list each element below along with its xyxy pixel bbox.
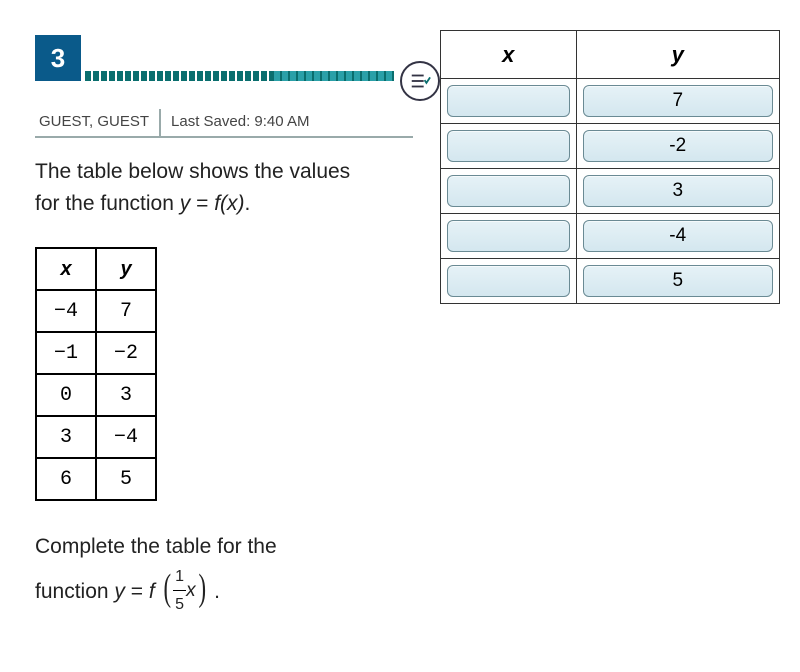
src-cell: −4 — [36, 290, 96, 332]
question-text: The table below shows the values for the… — [0, 138, 440, 219]
src-cell: 0 — [36, 374, 96, 416]
answer-table: x y 7 -2 3 -4 5 — [440, 30, 780, 304]
src-cell: 3 — [96, 374, 156, 416]
src-header-x: x — [36, 248, 96, 290]
answer-input-x[interactable] — [447, 220, 570, 252]
ans-header-y: y — [576, 31, 779, 79]
answer-input-y[interactable]: -4 — [583, 220, 773, 252]
src-cell: −4 — [96, 416, 156, 458]
src-cell: −2 — [96, 332, 156, 374]
top-bar: 3 — [0, 0, 440, 101]
src-cell: 6 — [36, 458, 96, 500]
source-data-table: x y −47 −1−2 03 3−4 65 — [35, 247, 157, 501]
src-cell: 7 — [96, 290, 156, 332]
answer-input-y[interactable]: 3 — [583, 175, 773, 207]
answer-input-x[interactable] — [447, 175, 570, 207]
complete-instruction: Complete the table for the function y = … — [0, 501, 440, 620]
answer-input-x[interactable] — [447, 85, 570, 117]
menu-check-icon — [409, 70, 431, 92]
answer-input-x[interactable] — [447, 130, 570, 162]
answer-input-y[interactable]: 5 — [583, 265, 773, 297]
progress-strip — [85, 71, 394, 81]
user-name-label: GUEST, GUEST — [35, 109, 161, 136]
user-info-bar: GUEST, GUEST Last Saved: 9:40 AM — [35, 109, 413, 138]
src-cell: 5 — [96, 458, 156, 500]
answer-input-y[interactable]: 7 — [583, 85, 773, 117]
last-saved-label: Last Saved: 9:40 AM — [161, 109, 319, 136]
src-cell: 3 — [36, 416, 96, 458]
src-cell: −1 — [36, 332, 96, 374]
nav-menu-button[interactable] — [400, 61, 440, 101]
answer-input-x[interactable] — [447, 265, 570, 297]
src-header-y: y — [96, 248, 156, 290]
ans-header-x: x — [441, 31, 577, 79]
answer-input-y[interactable]: -2 — [583, 130, 773, 162]
question-number-badge: 3 — [35, 35, 81, 81]
